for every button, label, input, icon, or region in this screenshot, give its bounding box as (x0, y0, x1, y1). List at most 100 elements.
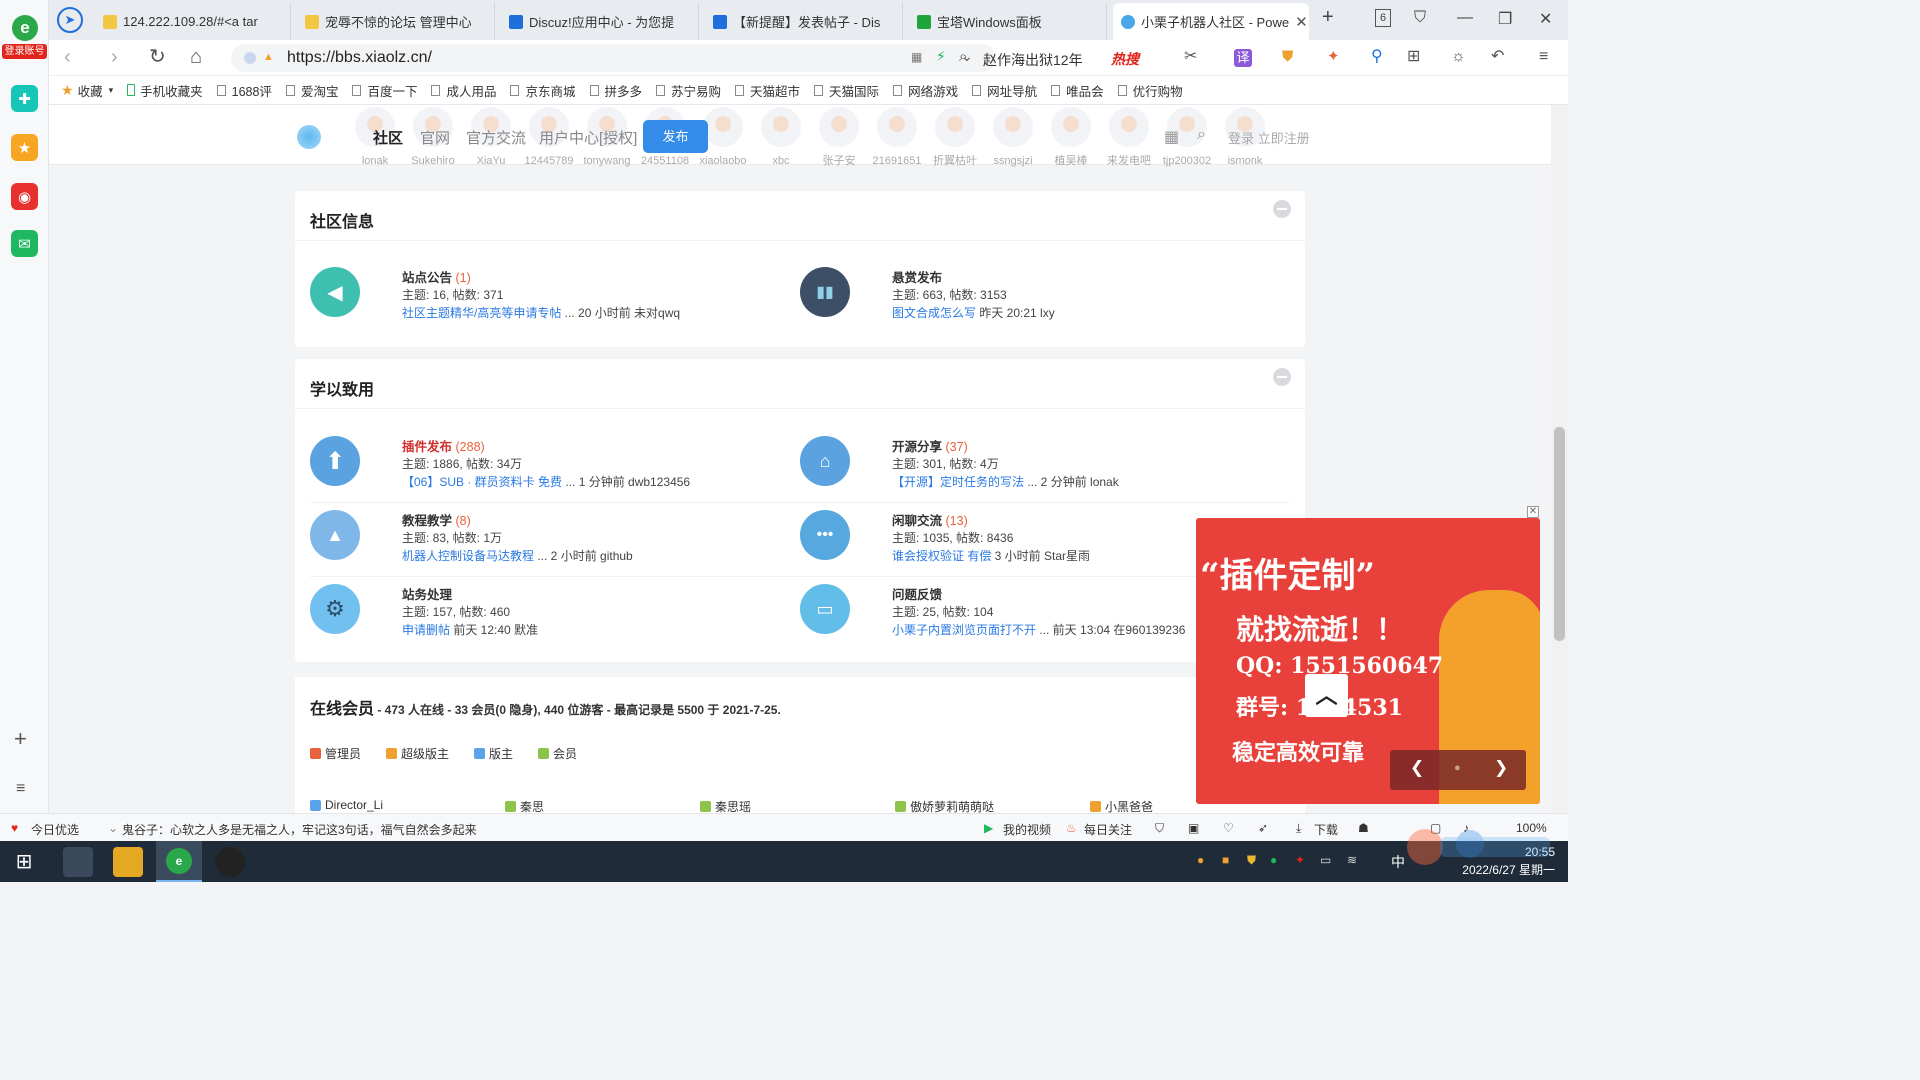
rocket-icon[interactable]: ▲ (310, 510, 360, 560)
chevron-left-icon[interactable]: ❮ (1410, 758, 1424, 778)
shirt-skin-icon[interactable]: ⛉ (1414, 9, 1426, 27)
post-button[interactable]: 发布 (643, 120, 708, 153)
back-icon[interactable]: ‹ (64, 46, 71, 68)
tab-close-icon[interactable]: ✕ (1289, 13, 1308, 31)
member-name[interactable]: 傲娇萝莉萌萌哒 (910, 798, 994, 813)
last-post-link[interactable]: 机器人控制设备马达教程 (402, 549, 534, 563)
download-icon[interactable]: ⤓ (1296, 821, 1301, 836)
search-box[interactable]: ⌕ 赵作海出狱12年 热搜 (953, 44, 1169, 72)
daily-follow[interactable]: 每日关注 (1084, 821, 1132, 838)
last-post-link[interactable]: 【06】SUB · 群员资料卡 免费 (402, 475, 562, 489)
rocket-icon[interactable]: ➶ (1258, 821, 1268, 835)
bookmark-item[interactable]: 天猫国际 (814, 81, 879, 100)
speed-mode-icon[interactable]: ⚡ (936, 48, 946, 65)
send-icon[interactable]: ➤ (57, 7, 83, 33)
bookmark-item[interactable]: 拼多多 (589, 81, 642, 100)
last-post-link[interactable]: 谁会授权验证 有偿 (892, 549, 991, 563)
apps-grid-icon[interactable]: ⊞ (1407, 46, 1420, 68)
site-logo-icon[interactable] (297, 125, 321, 149)
bookmark-favorites[interactable]: ★ 收藏 ▾ (61, 81, 113, 100)
close-window-icon[interactable]: ✕ (1539, 9, 1552, 29)
reload-icon[interactable]: ↻ (149, 46, 166, 68)
search-icon[interactable]: ⌕ (1197, 126, 1206, 144)
store-icon[interactable] (63, 847, 93, 877)
bookmark-item[interactable]: 京东商城 (510, 81, 576, 100)
forum-title[interactable]: 站点公告 (1) (402, 267, 471, 286)
last-post-link[interactable]: 申请删帖 (402, 623, 450, 637)
last-post-link[interactable]: 小栗子内置浏览页面打不开 (892, 623, 1036, 637)
bookmark-item[interactable]: 网址导航 (972, 81, 1037, 100)
menu-icon[interactable]: ≡ (1539, 46, 1548, 68)
forum-name[interactable]: 站务处理 (402, 588, 452, 602)
nav-exchange[interactable]: 官方交流 (466, 127, 526, 148)
sidebar-menu-icon[interactable]: ≡ (16, 780, 25, 798)
tab-count-icon[interactable]: 6 (1375, 9, 1391, 27)
collapse-icon[interactable] (1273, 368, 1291, 386)
shield-icon[interactable]: ⛉ (1155, 821, 1164, 836)
qr-code-icon[interactable]: ▦ (911, 50, 922, 64)
megaphone-icon[interactable]: ◀ (310, 267, 360, 317)
tab-5[interactable]: 宝塔Windows面板 (909, 3, 1107, 40)
url-text[interactable]: https://bbs.xiaolz.cn/ (287, 49, 432, 67)
scrollbar-thumb[interactable] (1554, 427, 1565, 641)
last-post-link[interactable]: 图文合成怎么写 (892, 306, 976, 320)
tray-folder-icon[interactable]: ■ (1222, 853, 1229, 867)
address-bar[interactable]: ▲ https://bbs.xiaolz.cn/ ▦ ⚡ ⌄ (231, 44, 996, 72)
forum-name[interactable]: 闲聊交流 (892, 514, 942, 528)
online-member[interactable]: 秦思瑶 (700, 798, 751, 813)
bookmark-item[interactable]: 成人用品 (431, 81, 496, 100)
bookmark-item[interactable]: 网络游戏 (893, 81, 958, 100)
member-name[interactable]: 秦思 (520, 798, 544, 813)
tray-shield-icon[interactable]: ⛊ (1247, 853, 1256, 868)
shop-icon[interactable]: ⌂ (800, 436, 850, 486)
qq-penguin-icon[interactable] (215, 847, 245, 877)
forum-name[interactable]: 站点公告 (402, 271, 452, 285)
member-avatar[interactable]: 来发电吧 (1103, 105, 1155, 167)
game-icon[interactable]: ✦ (1327, 46, 1340, 68)
shield-icon[interactable]: ⛊ (1282, 46, 1293, 68)
browser-logo-icon[interactable]: e (12, 15, 38, 41)
image-icon[interactable]: ▣ (1188, 821, 1199, 835)
nav-official[interactable]: 官网 (420, 127, 450, 148)
forum-name[interactable]: 悬赏发布 (892, 271, 942, 285)
undo-icon[interactable]: ↶ (1491, 46, 1504, 68)
file-explorer-icon[interactable] (113, 847, 143, 877)
home-icon[interactable]: ⌂ (190, 46, 202, 68)
new-tab-icon[interactable]: + (1322, 6, 1334, 29)
login-register-link[interactable]: 登录 立即注册 (1228, 128, 1310, 147)
news-ticker[interactable]: 鬼谷子：心软之人多是无福之人，牢记这3句话，福气自然会多起来 (122, 821, 477, 838)
plus-service-icon[interactable]: ✚ (11, 85, 38, 112)
bookmark-item[interactable]: 优行购物 (1117, 81, 1183, 100)
tray-battery-icon[interactable]: ▭ (1320, 853, 1331, 867)
monitor-icon[interactable]: ▭ (800, 584, 850, 634)
upload-arrow-icon[interactable]: ⬆ (310, 436, 360, 486)
bookmark-mobile[interactable]: 手机收藏夹 (127, 81, 203, 100)
download-label[interactable]: 下载 (1314, 821, 1338, 838)
member-avatar[interactable]: 植吴棒 (1045, 105, 1097, 167)
tab-4[interactable]: 【新提醒】发表帖子 - Dis (705, 3, 903, 40)
magnifier-icon[interactable]: ⚲ (1371, 46, 1383, 68)
last-post-link[interactable]: 【开源】定时任务的写法 (892, 475, 1024, 489)
nav-user-center[interactable]: 用户中心[授权] (539, 127, 637, 148)
forum-name[interactable]: 教程教学 (402, 514, 452, 528)
collapse-icon[interactable] (1273, 200, 1291, 218)
weibo-icon[interactable]: ◉ (11, 183, 38, 210)
restore-icon[interactable]: ❐ (1498, 9, 1512, 29)
gear-icon[interactable]: ⚙ (310, 584, 360, 634)
tray-app-icon[interactable]: ● (1197, 853, 1204, 867)
nav-community[interactable]: 社区 (373, 127, 403, 148)
bar-chart-icon[interactable]: ▮▮ (800, 267, 850, 317)
hot-search-badge[interactable]: 热搜 (1111, 49, 1139, 69)
forum-title[interactable]: 悬赏发布 (892, 267, 942, 286)
minimize-icon[interactable]: — (1457, 9, 1473, 27)
forum-title[interactable]: 开源分享 (37) (892, 436, 968, 455)
member-name[interactable]: 秦思瑶 (715, 798, 751, 813)
member-avatar[interactable]: ssngsjzi (987, 105, 1039, 167)
chevron-right-icon[interactable]: ❯ (1494, 758, 1508, 778)
windows-start-icon[interactable]: ⊞ (9, 847, 39, 877)
grid-icon[interactable]: ▦ (1164, 127, 1179, 147)
brightness-icon[interactable]: ☼ (1451, 46, 1466, 68)
search-query[interactable]: 赵作海出狱12年 (983, 50, 1083, 70)
bookmark-item[interactable]: 百度一下 (352, 81, 417, 100)
site-info-icon[interactable] (244, 52, 256, 64)
